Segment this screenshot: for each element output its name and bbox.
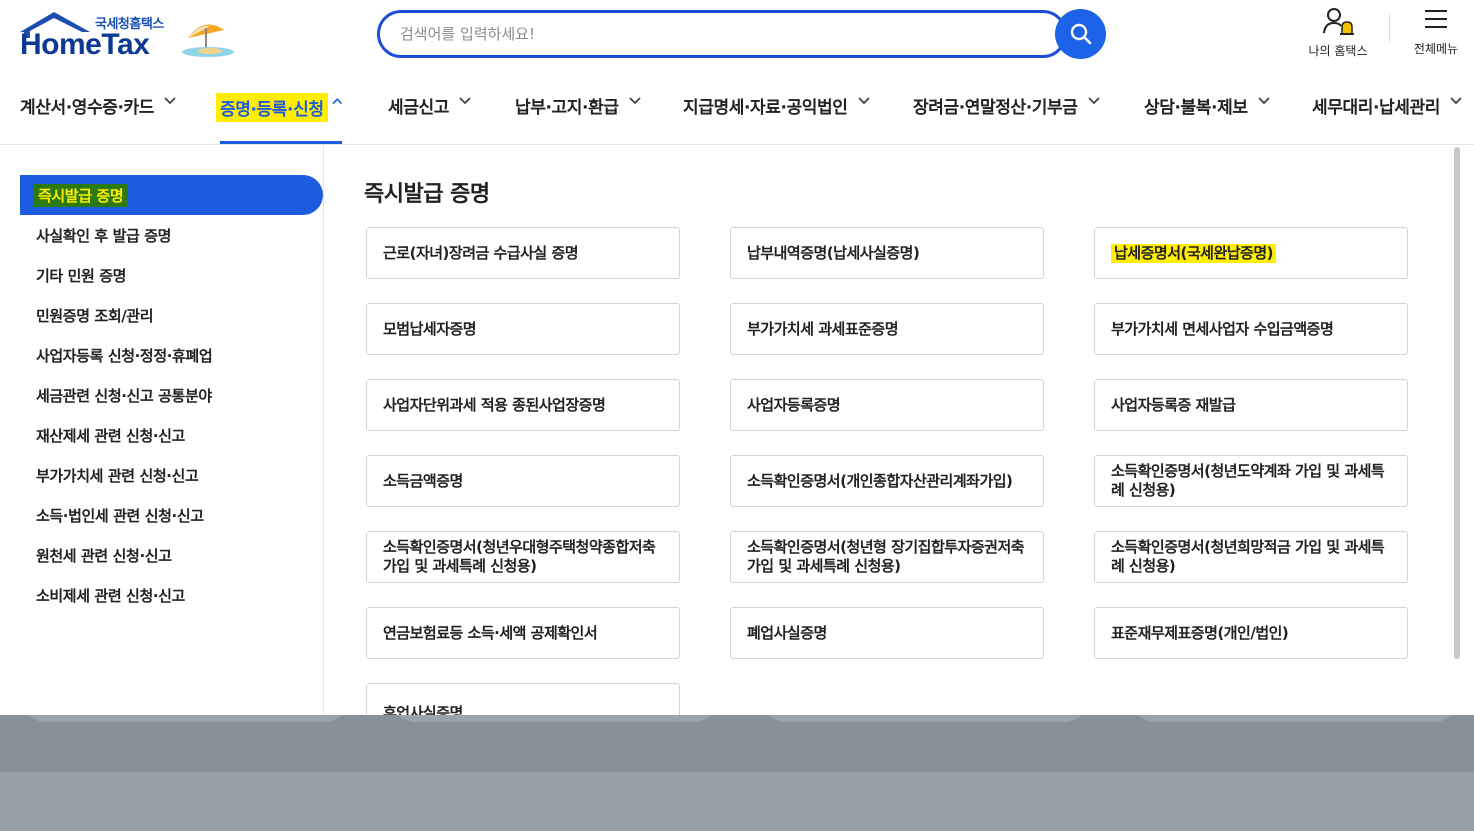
my-hometax-button[interactable]: 나의 홈택스: [1300, 6, 1376, 64]
certificate-button[interactable]: 모범납세자증명: [366, 303, 680, 355]
certificate-label: 납부내역증명(납세사실증명): [747, 243, 920, 262]
nav-item-label: 상담·불복·제보: [1144, 98, 1248, 118]
certificate-button[interactable]: 소득확인증명서(청년형 장기집합투자증권저축 가입 및 과세특례 신청용): [730, 531, 1044, 583]
mega-menu-panel: 즉시발급 증명 사실확인 후 발급 증명 기타 민원 증명 민원증명 조회/관리…: [0, 145, 1474, 715]
certificate-label: 소득확인증명서(청년우대형주택청약종합저축 가입 및 과세특례 신청용): [383, 538, 656, 575]
certificate-label: 소득확인증명서(청년도약계좌 가입 및 과세특례 신청용): [1111, 462, 1385, 499]
certificate-label: 근로(자녀)장려금 수급사실 증명: [383, 243, 579, 262]
certificate-button[interactable]: 소득확인증명서(청년우대형주택청약종합저축 가입 및 과세특례 신청용): [366, 531, 680, 583]
side-item-label: 즉시발급 증명: [34, 184, 128, 207]
certificate-button[interactable]: 소득확인증명서(청년도약계좌 가입 및 과세특례 신청용): [1094, 455, 1408, 507]
chevron-up-icon: [331, 98, 342, 105]
all-menu-label: 전체메뉴: [1413, 42, 1459, 56]
certificate-button[interactable]: 소득확인증명서(청년희망적금 가입 및 과세특례 신청용): [1094, 531, 1408, 583]
nav-item-label: 납부·고지·환급: [515, 98, 619, 118]
certificate-label: 휴업사실증명: [383, 704, 463, 715]
chevron-down-icon: [1450, 97, 1462, 105]
chevron-down-icon: [459, 97, 471, 105]
user-bell-icon: [1323, 8, 1354, 35]
my-hometax-label: 나의 홈택스: [1308, 44, 1368, 58]
nav-item-tax-filing[interactable]: 세금신고: [388, 80, 471, 144]
nav-item-label: 계산서·영수증·카드: [20, 98, 155, 118]
nav-item-consultation[interactable]: 상담·불복·제보: [1144, 80, 1270, 144]
side-item[interactable]: 민원증명 조회/관리: [36, 305, 154, 326]
main-nav: 계산서·영수증·카드 증명·등록·신청 세금신고 납부·고지·환급 지급명세·자…: [0, 80, 1474, 144]
certificate-button[interactable]: 사업자등록증명: [730, 379, 1044, 431]
certificate-button[interactable]: 폐업사실증명: [730, 607, 1044, 659]
side-item[interactable]: 원천세 관련 신청·신고: [36, 545, 172, 566]
certificate-label: 납세증명서(국세완납증명): [1111, 243, 1277, 263]
side-item[interactable]: 세금관련 신청·신고 공통분야: [36, 385, 212, 406]
certificate-label: 사업자등록증명: [747, 395, 841, 414]
chevron-down-icon: [628, 97, 641, 105]
site-header: 국세청홈택스 HomeTax 나의 홈택스: [0, 0, 1474, 145]
dim-overlay-lower: [0, 772, 1474, 831]
certificate-button[interactable]: 부가가치세 면세사업자 수입금액증명: [1094, 303, 1408, 355]
scrollbar[interactable]: [1451, 145, 1463, 715]
scrollbar-thumb[interactable]: [1454, 147, 1460, 659]
search-input[interactable]: [400, 25, 1000, 43]
search-icon: [1070, 23, 1091, 45]
nav-item-label: 세무대리·납세관리: [1312, 98, 1440, 118]
certificate-label: 사업자등록증 재발급: [1111, 395, 1236, 414]
side-item[interactable]: 기타 민원 증명: [36, 265, 126, 286]
certificate-button[interactable]: 납세증명서(국세완납증명): [1094, 227, 1408, 279]
nav-item-payment-statements[interactable]: 지급명세·자료·공익법인: [683, 80, 870, 144]
certificate-label: 모범납세자증명: [383, 319, 477, 338]
logo-title: HomeTax: [20, 28, 150, 61]
certificate-button[interactable]: 부가가치세 과세표준증명: [730, 303, 1044, 355]
certificate-button[interactable]: 소득금액증명: [366, 455, 680, 507]
search-box: [377, 10, 1067, 58]
header-divider: [1389, 14, 1390, 42]
nav-item-invoices[interactable]: 계산서·영수증·카드: [20, 80, 176, 144]
certificate-label: 사업자단위과세 적용 종된사업장증명: [383, 395, 606, 414]
chevron-down-icon: [1087, 97, 1100, 105]
certificate-button[interactable]: 표준재무제표증명(개인/법인): [1094, 607, 1408, 659]
certificate-label: 폐업사실증명: [747, 623, 827, 642]
nav-item-label: 세금신고: [388, 98, 449, 118]
content-title: 즉시발급 증명: [364, 182, 490, 207]
certificate-button[interactable]: 휴업사실증명: [366, 683, 680, 715]
certificate-label: 소득확인증명서(개인종합자산관리계좌가입): [747, 471, 1013, 490]
nav-item-certificates[interactable]: 증명·등록·신청: [216, 80, 342, 144]
certificate-label: 부가가치세 면세사업자 수입금액증명: [1111, 319, 1334, 338]
certificate-button[interactable]: 사업자등록증 재발급: [1094, 379, 1408, 431]
certificate-label: 소득확인증명서(청년희망적금 가입 및 과세특례 신청용): [1111, 538, 1385, 575]
side-item[interactable]: 부가가치세 관련 신청·신고: [36, 465, 199, 486]
certificate-button[interactable]: 소득확인증명서(개인종합자산관리계좌가입): [730, 455, 1044, 507]
nav-item-tax-agent[interactable]: 세무대리·납세관리: [1312, 80, 1462, 144]
chevron-down-icon: [1257, 97, 1270, 105]
chevron-down-icon: [857, 97, 870, 105]
side-menu: 즉시발급 증명 사실확인 후 발급 증명 기타 민원 증명 민원증명 조회/관리…: [0, 145, 324, 715]
nav-item-label: 지급명세·자료·공익법인: [683, 98, 848, 118]
hamburger-icon: [1425, 10, 1447, 28]
certificate-button[interactable]: 근로(자녀)장려금 수급사실 증명: [366, 227, 680, 279]
side-item[interactable]: 재산제세 관련 신청·신고: [36, 425, 185, 446]
search-button[interactable]: [1055, 9, 1106, 59]
nav-item-label: 장려금·연말정산·기부금: [913, 98, 1078, 118]
certificate-label: 소득금액증명: [383, 471, 463, 490]
certificate-label: 부가가치세 과세표준증명: [747, 319, 899, 338]
certificate-label: 연금보험료등 소득·세액 공제확인서: [383, 623, 598, 642]
certificate-button[interactable]: 연금보험료등 소득·세액 공제확인서: [366, 607, 680, 659]
nav-item-incentives[interactable]: 장려금·연말정산·기부금: [913, 80, 1100, 144]
side-item[interactable]: 사업자등록 신청·정정·휴폐업: [36, 345, 213, 366]
nav-item-label: 증명·등록·신청: [216, 93, 328, 122]
certificate-button[interactable]: 납부내역증명(납세사실증명): [730, 227, 1044, 279]
certificate-label: 소득확인증명서(청년형 장기집합투자증권저축 가입 및 과세특례 신청용): [747, 538, 1025, 575]
nav-item-payment[interactable]: 납부·고지·환급: [515, 80, 641, 144]
hometax-logo[interactable]: 국세청홈택스 HomeTax: [20, 10, 240, 64]
side-item[interactable]: 소득·법인세 관련 신청·신고: [36, 505, 204, 526]
side-item[interactable]: 소비제세 관련 신청·신고: [36, 585, 185, 606]
certificate-button[interactable]: 사업자단위과세 적용 종된사업장증명: [366, 379, 680, 431]
certificate-label: 표준재무제표증명(개인/법인): [1111, 623, 1289, 642]
side-item-instant-certificates[interactable]: 즉시발급 증명: [20, 175, 323, 215]
side-item[interactable]: 사실확인 후 발급 증명: [36, 225, 171, 246]
chevron-down-icon: [164, 97, 176, 105]
all-menu-button[interactable]: 전체메뉴: [1403, 6, 1469, 64]
mascot-icon: [182, 24, 234, 57]
